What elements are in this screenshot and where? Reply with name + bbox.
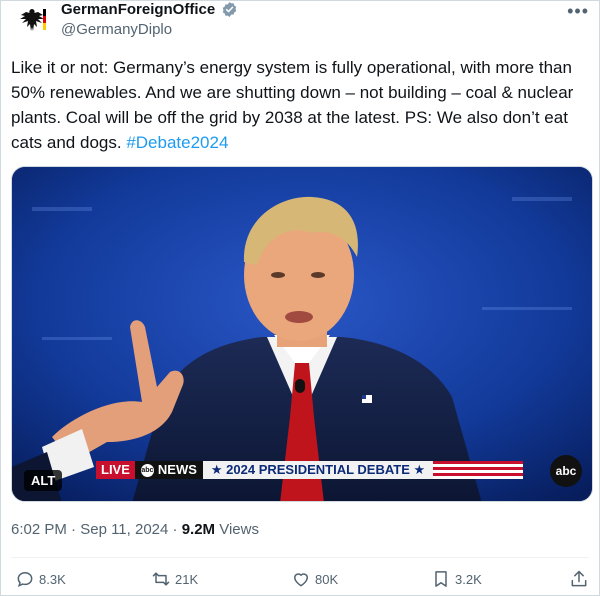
bookmark-icon xyxy=(435,571,447,587)
views-count: 9.2M xyxy=(181,521,216,538)
heart-icon xyxy=(294,573,308,587)
meta-separator: · xyxy=(71,521,77,538)
views-label: Views xyxy=(219,521,259,538)
repost-icon xyxy=(152,572,170,586)
more-options-icon[interactable]: ••• xyxy=(567,1,589,22)
federal-eagle-icon xyxy=(20,9,46,31)
meta-separator-2: · xyxy=(172,521,178,538)
verified-badge-icon xyxy=(222,2,237,17)
tweet-meta: 6:02 PM · Sep 11, 2024 · 9.2M Views xyxy=(11,521,259,538)
chyron-stripes xyxy=(433,461,524,479)
bookmark-button[interactable]: 3.2K xyxy=(431,569,482,589)
tweet-body: Like it or not: Germany’s energy system … xyxy=(11,58,574,152)
abc-logo: abc xyxy=(550,455,582,487)
alt-text-button[interactable]: ALT xyxy=(24,470,63,491)
tweet-media-image[interactable]: LIVE abc NEWS ★ 2024 PRESIDENTIAL DEBATE… xyxy=(11,166,593,502)
account-handle[interactable]: @GermanyDiplo xyxy=(61,21,172,38)
repost-button[interactable]: 21K xyxy=(151,569,198,589)
action-bar: 8.3K 21K 80K 3.2K xyxy=(11,569,589,593)
tweet-card: GermanForeignOffice @GermanyDiplo ••• Li… xyxy=(0,0,600,596)
share-button[interactable] xyxy=(569,569,589,589)
reply-icon xyxy=(17,571,33,588)
reply-count: 8.3K xyxy=(39,571,66,587)
chyron-live-label: LIVE xyxy=(96,461,135,479)
reply-button[interactable]: 8.3K xyxy=(15,569,66,589)
account-name[interactable]: GermanForeignOffice xyxy=(61,1,215,18)
account-avatar[interactable] xyxy=(15,3,49,37)
tweet-date[interactable]: Sep 11, 2024 xyxy=(80,521,168,538)
hashtag-link[interactable]: #Debate2024 xyxy=(126,133,228,152)
abc-badge-icon: abc xyxy=(140,463,154,477)
debate-video-frame xyxy=(12,167,592,501)
divider xyxy=(11,557,589,558)
chyron-network-label: NEWS xyxy=(157,462,197,477)
like-button[interactable]: 80K xyxy=(291,569,338,589)
chyron-title: ★ 2024 PRESIDENTIAL DEBATE ★ xyxy=(202,461,434,479)
share-icon xyxy=(571,570,587,587)
tweet-time[interactable]: 6:02 PM xyxy=(11,521,67,538)
repost-count: 21K xyxy=(175,571,199,587)
chyron-network: abc NEWS xyxy=(134,461,203,479)
tweet-text: Like it or not: Germany’s energy system … xyxy=(11,55,593,155)
like-count: 80K xyxy=(315,571,339,587)
news-chyron: LIVE abc NEWS ★ 2024 PRESIDENTIAL DEBATE… xyxy=(96,461,524,479)
bookmark-count: 3.2K xyxy=(455,571,482,587)
